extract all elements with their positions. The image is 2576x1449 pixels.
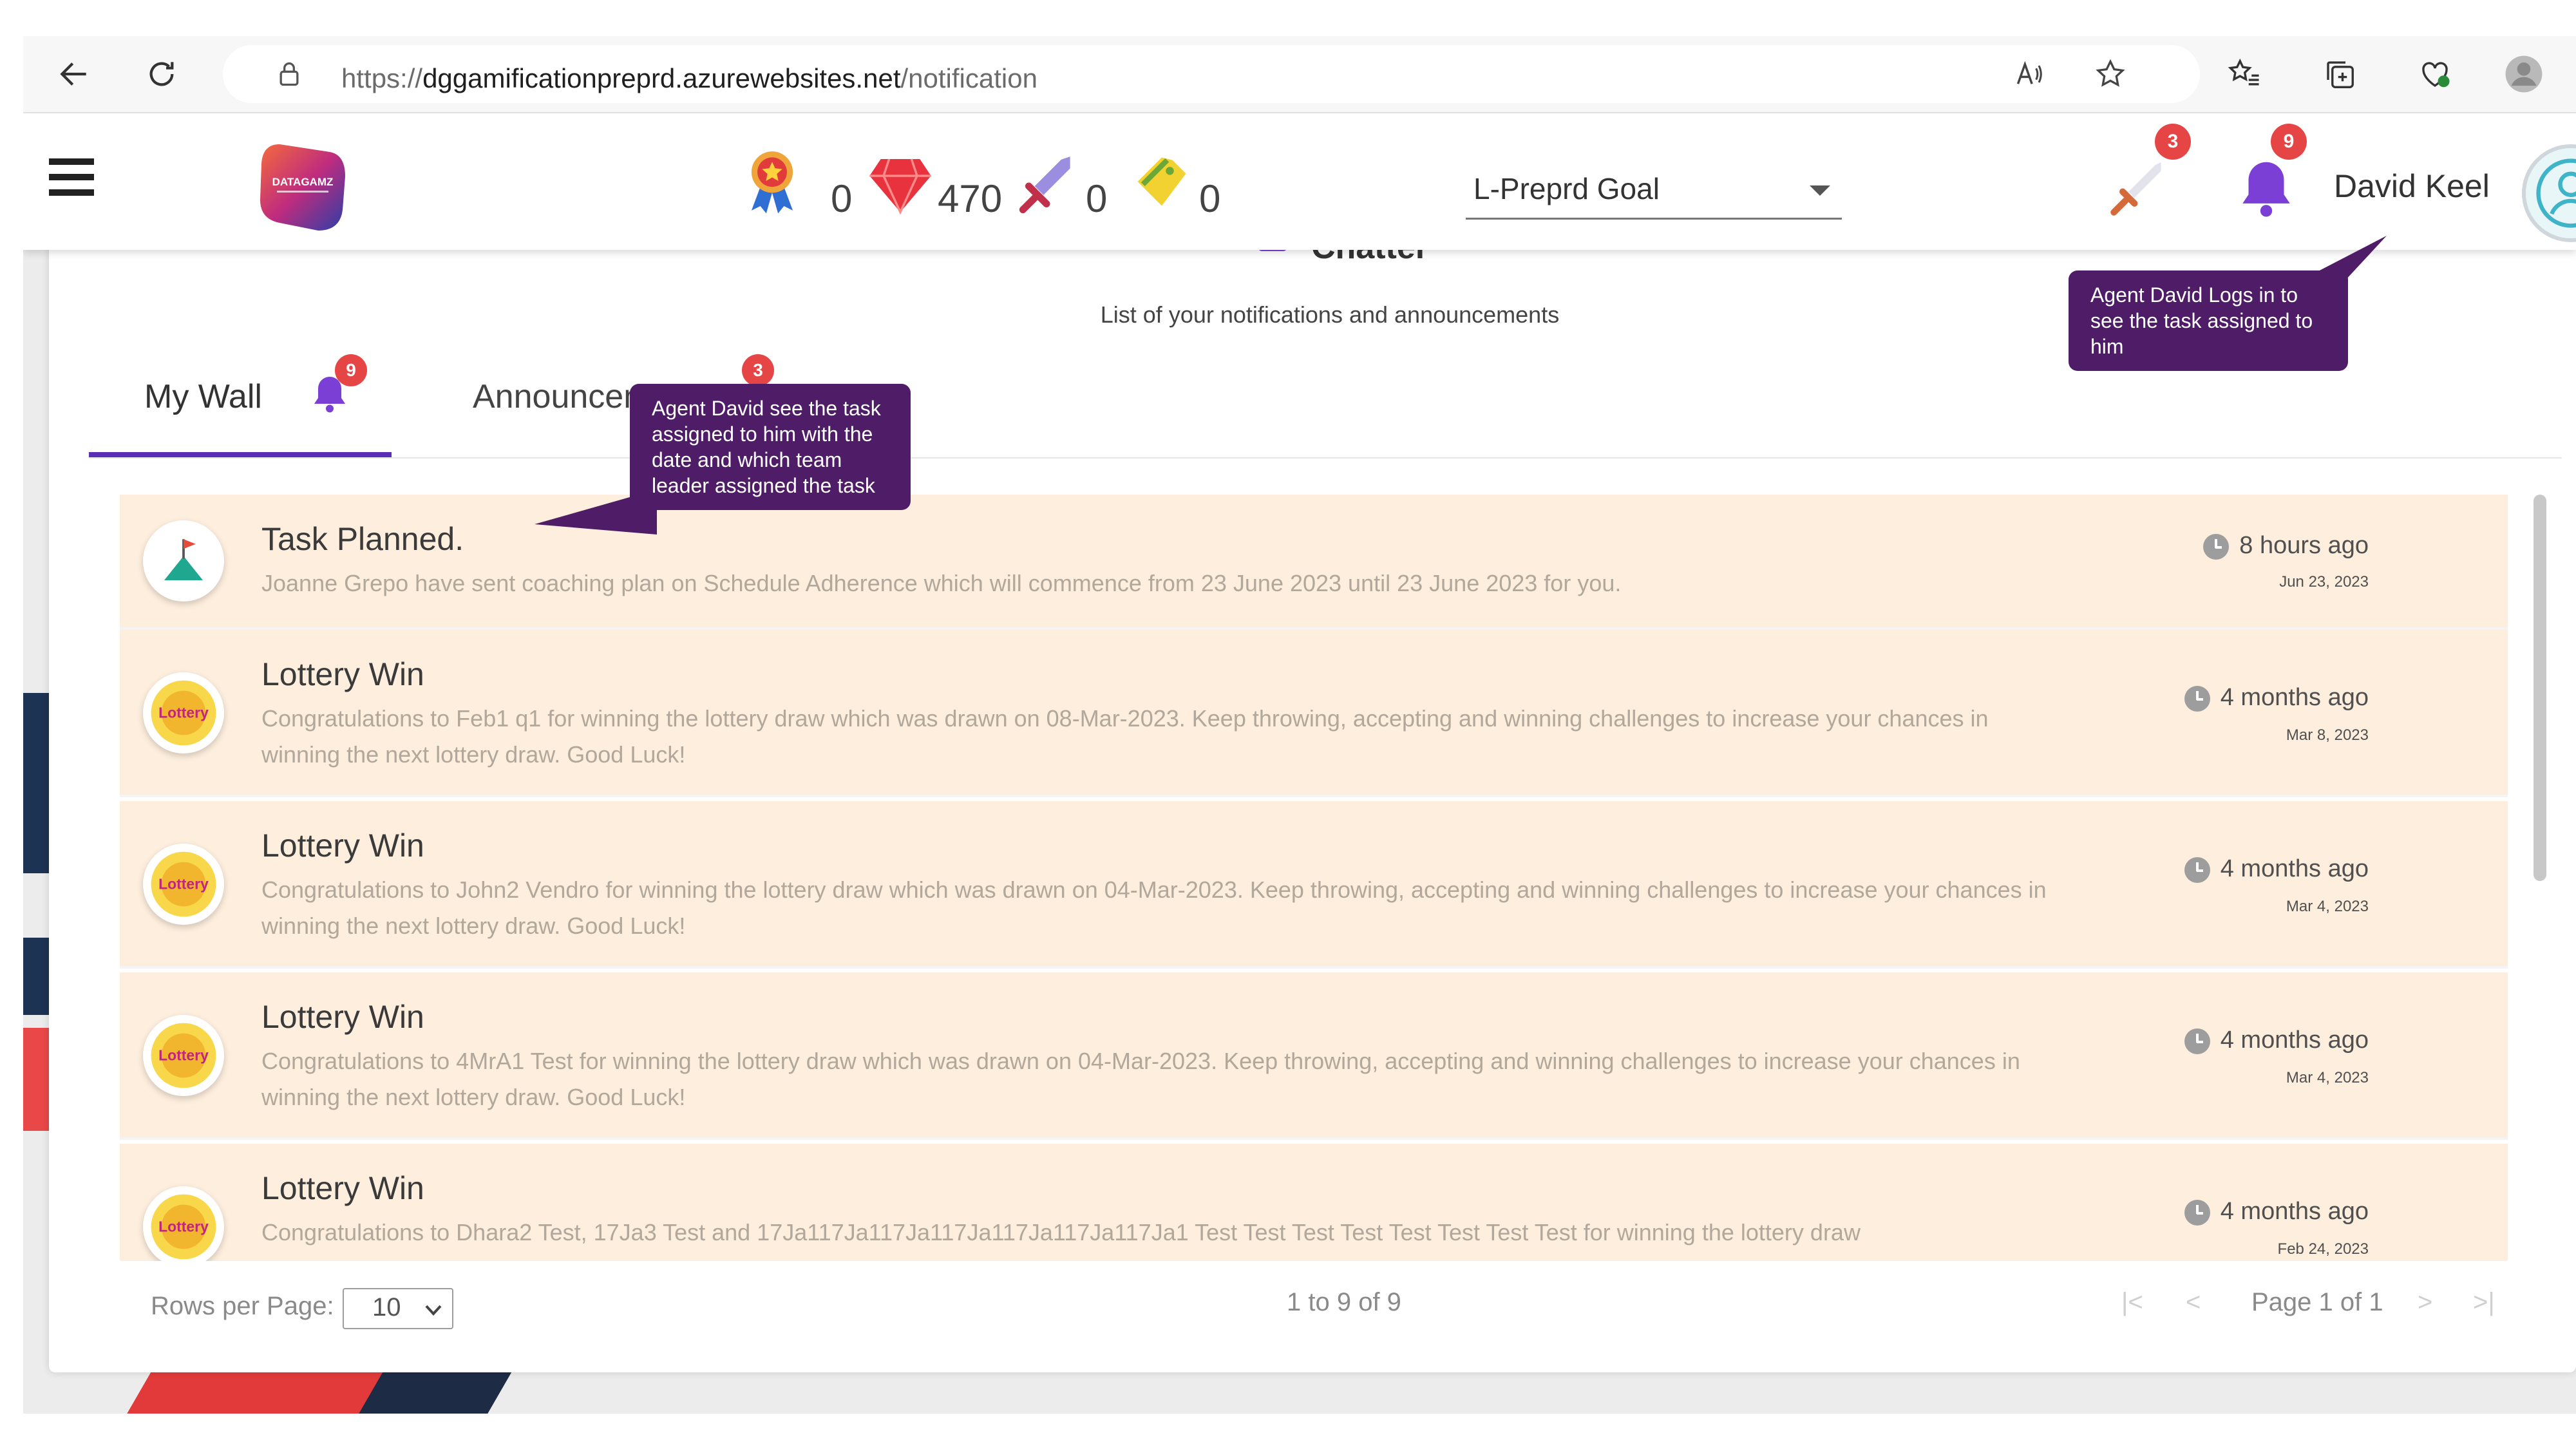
svg-text:Lottery: Lottery [158,1218,209,1235]
browser-health-icon[interactable] [2411,50,2459,98]
clock-icon [2203,533,2230,560]
ribbon-count: 0 [831,177,853,220]
screen: https://dggamificationpreprd.azurewebsit… [23,36,2576,1414]
notification-time: 4 months ago [2184,1198,2369,1226]
sword-badge: 3 [2155,124,2191,160]
chevron-down-icon [425,1305,442,1316]
url-text: https://dggamificationpreprd.azurewebsit… [341,63,1037,93]
lottery-icon: Lottery [143,1015,224,1096]
notification-title: Task Planned. [261,521,464,557]
range-text: 1 to 9 of 9 [1287,1288,1401,1316]
bell-badge: 9 [2271,124,2307,160]
lottery-icon: Lottery [143,1186,224,1261]
divider [89,457,2562,459]
announcements-badge: 3 [742,354,774,386]
notification-date: Mar 8, 2023 [2286,726,2369,744]
notification-date: Feb 24, 2023 [2277,1240,2369,1258]
ribbon-award-icon [737,146,808,216]
tab-label: My Wall [144,378,262,415]
notification-description: Congratulations to 4MrA1 Test for winnin… [261,1048,2020,1110]
user-avatar-icon [2536,158,2576,228]
notification-item[interactable]: Lottery Lottery Win Congratulations to J… [120,801,2508,969]
tab-my-wall[interactable]: My Wall [144,377,262,416]
sword-count: 0 [1086,177,1108,220]
clock-icon [2184,685,2210,712]
last-page-button[interactable]: >| [2473,1288,2495,1317]
notification-description: Congratulations to Feb1 q1 for winning t… [261,705,1989,768]
bell-icon[interactable] [2231,153,2302,224]
hamburger-menu-icon[interactable] [49,158,94,196]
user-avatar[interactable] [2522,144,2576,242]
notification-time: 4 months ago [2184,684,2369,712]
ticket-count: 0 [1199,177,1221,220]
notification-description: Congratulations to Dhara2 Test, 17Ja3 Te… [261,1219,1861,1245]
notification-description: Congratulations to John2 Vendro for winn… [261,876,2047,939]
svg-text:Lottery: Lottery [158,1046,209,1063]
favorite-star-icon[interactable] [2087,50,2134,98]
background-decoration [23,938,49,1015]
read-aloud-icon[interactable] [2007,50,2054,98]
notifications-card: Chatter List of your notifications and a… [49,229,2576,1372]
next-page-button[interactable]: > [2418,1288,2432,1317]
notification-title: Lottery Win [261,1170,424,1206]
clock-icon [2184,857,2210,883]
tooltip-user-login: Agent David Logs in to see the task assi… [2069,270,2348,371]
profile-icon[interactable] [2500,50,2548,98]
rows-per-page-select[interactable]: 10 [343,1288,453,1329]
notification-date: Mar 4, 2023 [2286,898,2369,915]
clock-icon [2184,1199,2210,1226]
background-decoration [23,693,49,873]
notification-date: Mar 4, 2023 [2286,1069,2369,1086]
notification-item[interactable]: Lottery Lottery Win Congratulations to F… [120,630,2508,797]
pagination-footer: Rows per Page: 10 1 to 9 of 9 |< < Page … [49,1260,2576,1343]
svg-text:Lottery: Lottery [158,875,209,892]
notification-title: Lottery Win [261,656,424,692]
notification-time: 8 hours ago [2203,532,2369,560]
sword-icon [1011,151,1082,222]
collections-icon[interactable] [2316,50,2363,98]
lock-icon [265,50,313,98]
logo-text: DATAGAMZ [272,176,334,188]
page-text: Page 1 of 1 [2251,1288,2383,1316]
notification-time: 4 months ago [2184,855,2369,883]
first-page-button[interactable]: |< [2121,1288,2143,1317]
back-icon[interactable] [50,50,98,98]
notification-time: 4 months ago [2184,1027,2369,1054]
chevron-down-icon [1810,185,1830,196]
ticket-icon [1130,149,1194,214]
notification-item[interactable]: Lottery Lottery Win Congratulations to D… [120,1144,2508,1261]
goal-select[interactable]: L-Preprd Goal [1466,171,1842,220]
favorites-list-icon[interactable] [2221,50,2268,98]
gem-icon [867,153,934,215]
logo[interactable]: DATAGAMZ [254,139,350,236]
notification-description: Joanne Grepo have sent coaching plan on … [261,570,1622,596]
tooltip-task-info: Agent David see the task assigned to him… [630,384,911,510]
clock-icon [2184,1028,2210,1054]
background-decoration [23,1028,49,1131]
user-name[interactable]: David Keel [2334,167,2490,205]
notification-date: Jun 23, 2023 [2279,573,2369,591]
prev-page-button[interactable]: < [2186,1288,2201,1317]
background-decoration [359,1372,512,1414]
list-scrollbar[interactable] [2533,495,2546,881]
rows-per-page-label: Rows per Page: [151,1292,334,1320]
notification-title: Lottery Win [261,999,424,1035]
task-flag-icon [143,520,224,601]
gems-count: 470 [938,177,1003,220]
svg-text:Lottery: Lottery [158,704,209,721]
my-wall-badge: 9 [335,354,367,386]
lottery-icon: Lottery [143,672,224,753]
notification-item[interactable]: Lottery Lottery Win Congratulations to 4… [120,972,2508,1140]
goal-select-value: L-Preprd Goal [1473,172,1660,205]
notification-title: Lottery Win [261,828,424,864]
lottery-icon: Lottery [143,844,224,925]
app-header: DATAGAMZ 0 470 0 0 L-Preprd Goal 3 9 Dav… [23,113,2576,250]
refresh-icon[interactable] [138,50,185,98]
browser-toolbar: https://dggamificationpreprd.azurewebsit… [23,36,2576,113]
challenge-sword-icon[interactable] [2102,153,2173,224]
rows-per-page-value: 10 [372,1293,401,1321]
address-bar[interactable]: https://dggamificationpreprd.azurewebsit… [223,45,2200,103]
notification-list: Task Planned. Joanne Grepo have sent coa… [120,495,2557,1261]
notification-item[interactable]: Task Planned. Joanne Grepo have sent coa… [120,495,2508,630]
